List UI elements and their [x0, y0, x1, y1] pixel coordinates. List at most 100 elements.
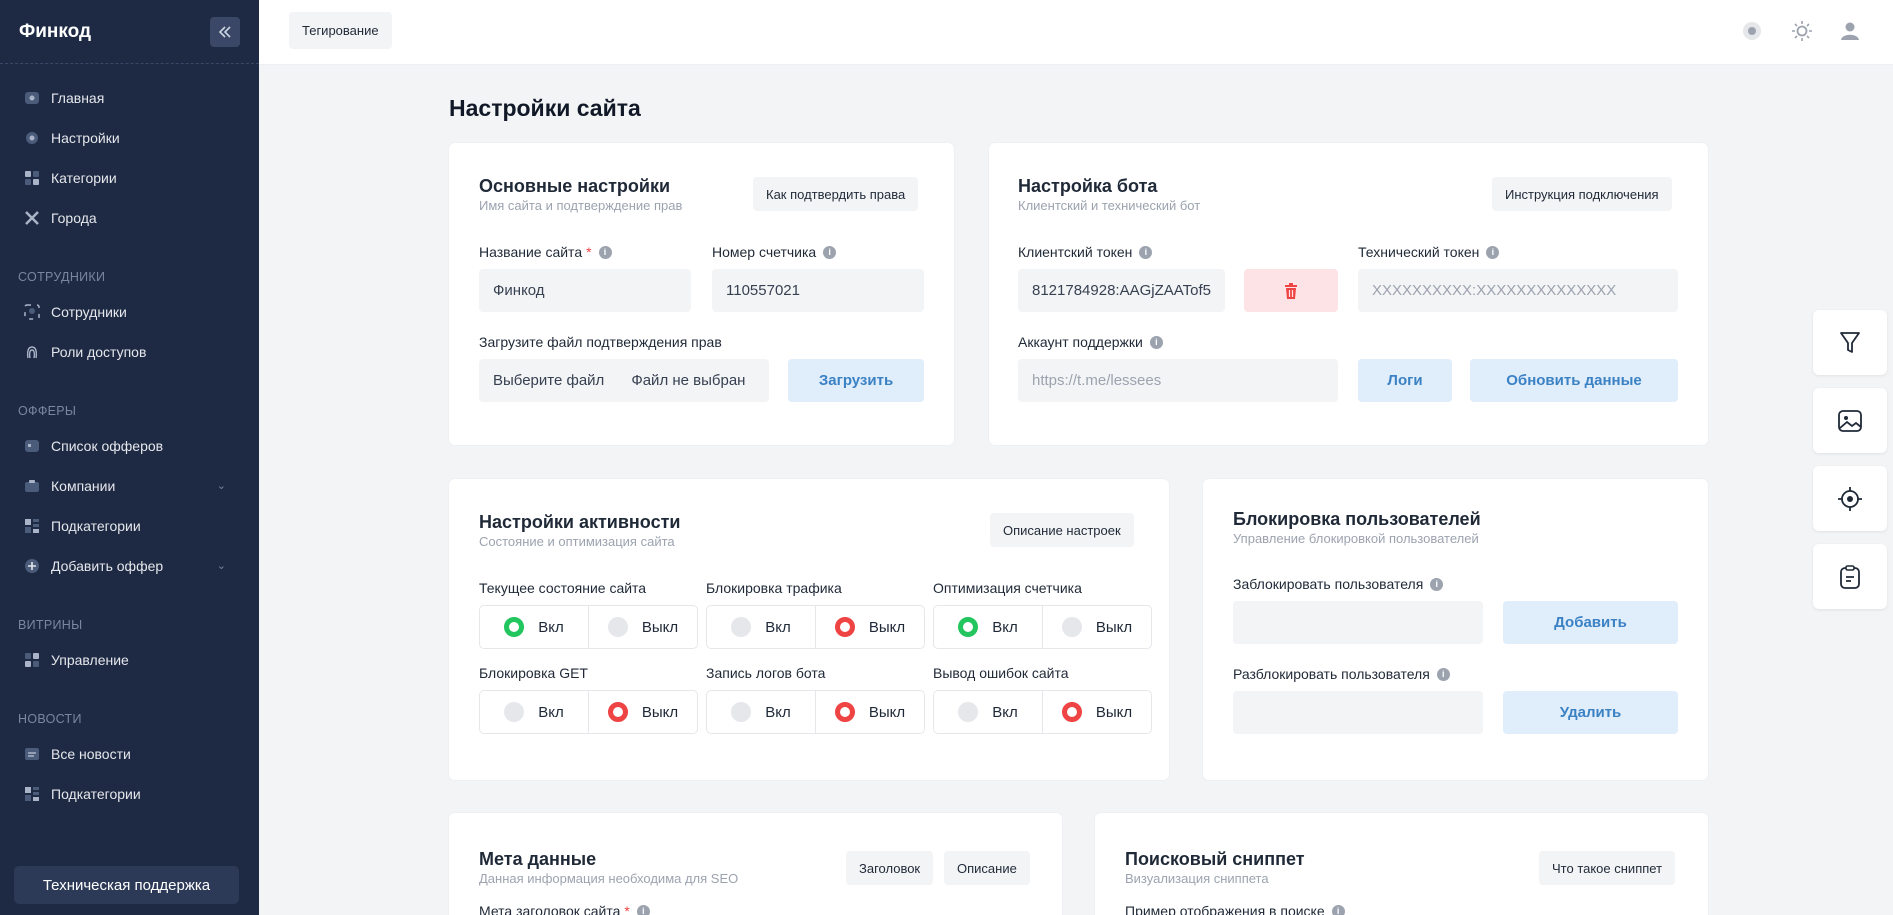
description-tab-button[interactable]: Описание	[944, 851, 1030, 885]
card-title: Мета данные	[479, 849, 597, 869]
off-option[interactable]: Выкл	[588, 606, 697, 648]
support-account-label: Аккаунт поддержки i	[1018, 334, 1163, 350]
sidebar-item-cities[interactable]: Города	[0, 198, 259, 238]
filter-tool-button[interactable]	[1813, 310, 1887, 375]
radio-empty-icon	[504, 702, 525, 722]
collapse-sidebar-button[interactable]	[210, 16, 240, 47]
upload-label: Загрузите файл подтверждения прав	[479, 334, 722, 350]
radio-empty-icon	[1061, 617, 1082, 637]
upload-button[interactable]: Загрузить	[788, 359, 924, 402]
subcategories-icon	[24, 518, 40, 534]
radio-empty-icon	[958, 702, 979, 722]
sun-icon[interactable]	[1790, 19, 1814, 43]
user-scan-icon	[24, 304, 40, 320]
off-option[interactable]: Выкл	[815, 691, 924, 733]
meta-title-label: Мета заголовок сайта * i	[479, 903, 650, 915]
delete-block-button[interactable]: Удалить	[1503, 691, 1678, 734]
bot-settings-card: Настройка бота Клиентский и технический …	[989, 143, 1708, 445]
sidebar: Финкод Главная Настройки Категории Город…	[0, 0, 259, 915]
sidebar-item-label: Настройки	[51, 130, 120, 146]
target-icon	[1838, 486, 1862, 511]
sidebar-item-home[interactable]: Главная	[0, 78, 259, 118]
info-icon: i	[1486, 245, 1500, 259]
on-option[interactable]: Вкл	[707, 606, 815, 648]
sidebar-item-offer-list[interactable]: Список офферов	[0, 426, 259, 466]
tech-token-input[interactable]: XXXXXXXXXX:XXXXXXXXXXXXXX	[1358, 269, 1678, 312]
sidebar-item-offer-subcategories[interactable]: Подкатегории	[0, 506, 259, 546]
settings-description-button[interactable]: Описание настроек	[990, 513, 1134, 547]
on-option[interactable]: Вкл	[934, 691, 1042, 733]
image-tool-button[interactable]	[1813, 388, 1887, 453]
what-is-snippet-button[interactable]: Что такое сниппет	[1539, 851, 1676, 885]
info-icon: i	[1149, 335, 1163, 349]
tech-token-label: Технический токен i	[1358, 244, 1500, 260]
info-icon: i	[1436, 667, 1450, 681]
sidebar-item-all-news[interactable]: Все новости	[0, 734, 259, 774]
update-data-button[interactable]: Обновить данные	[1470, 359, 1678, 402]
traffic-block-toggle[interactable]: Вкл Выкл	[706, 605, 925, 649]
clipboard-tool-button[interactable]	[1813, 544, 1887, 609]
support-button[interactable]: Техническая поддержка	[14, 866, 239, 904]
card-subtitle: Визуализация сниппета	[1125, 871, 1269, 886]
card-subtitle: Управление блокировкой пользователей	[1233, 531, 1479, 546]
block-user-label: Заблокировать пользователя i	[1233, 576, 1444, 592]
tagging-button[interactable]: Тегирование	[289, 12, 392, 49]
counter-input[interactable]: 110557021	[712, 269, 924, 312]
user-icon[interactable]	[1838, 19, 1862, 43]
logs-button[interactable]: Логи	[1358, 359, 1452, 402]
delete-token-button[interactable]	[1244, 269, 1338, 312]
sidebar-header: Финкод	[0, 0, 259, 64]
sidebar-item-management[interactable]: Управление	[0, 640, 259, 680]
counter-optimization-toggle[interactable]: Вкл Выкл	[933, 605, 1152, 649]
site-name-input[interactable]: Финкод	[479, 269, 691, 312]
on-option[interactable]: Вкл	[934, 606, 1042, 648]
client-token-input[interactable]: 8121784928:AAGjZAATof5	[1018, 269, 1225, 312]
info-icon: i	[636, 904, 650, 915]
connection-guide-button[interactable]: Инструкция подключения	[1492, 177, 1672, 211]
on-option[interactable]: Вкл	[480, 691, 588, 733]
sidebar-item-roles[interactable]: Роли доступов	[0, 332, 259, 372]
double-chevron-left-icon	[218, 25, 231, 38]
target-tool-button[interactable]	[1813, 466, 1887, 531]
sidebar-item-settings[interactable]: Настройки	[0, 118, 259, 158]
off-option[interactable]: Выкл	[815, 606, 924, 648]
radio-empty-icon	[731, 617, 752, 637]
search-snippet-card: Поисковый сниппет Визуализация сниппета …	[1095, 813, 1708, 915]
toggle-label: Текущее состояние сайта	[479, 580, 647, 596]
radio-on-icon	[958, 617, 979, 637]
site-errors-toggle[interactable]: Вкл Выкл	[933, 690, 1152, 734]
add-block-button[interactable]: Добавить	[1503, 601, 1678, 644]
eye-icon[interactable]	[1740, 19, 1764, 43]
choose-file-button[interactable]: Выберите файл	[493, 372, 604, 389]
block-users-card: Блокировка пользователей Управление блок…	[1203, 479, 1708, 780]
card-subtitle: Имя сайта и подтверждение прав	[479, 198, 683, 213]
radio-on-icon	[504, 617, 525, 637]
radio-off-icon	[1061, 702, 1082, 722]
sidebar-item-news-subcategories[interactable]: Подкатегории	[0, 774, 259, 814]
sidebar-item-label: Все новости	[51, 746, 131, 762]
unblock-user-input[interactable]	[1233, 691, 1483, 734]
on-option[interactable]: Вкл	[480, 606, 588, 648]
off-option[interactable]: Выкл	[1042, 606, 1151, 648]
sidebar-item-employees[interactable]: Сотрудники	[0, 292, 259, 332]
title-tab-button[interactable]: Заголовок	[846, 851, 934, 885]
sidebar-item-label: Роли доступов	[51, 344, 147, 360]
get-block-toggle[interactable]: Вкл Выкл	[479, 690, 698, 734]
off-option[interactable]: Выкл	[1042, 691, 1151, 733]
card-title: Настройки активности	[479, 512, 681, 532]
site-state-toggle[interactable]: Вкл Выкл	[479, 605, 698, 649]
card-title: Поисковый сниппет	[1125, 849, 1305, 869]
file-input[interactable]: Выберите файл Файл не выбран	[479, 359, 769, 402]
card-subtitle: Состояние и оптимизация сайта	[479, 534, 675, 549]
card-subtitle: Клиентский и технический бот	[1018, 198, 1201, 213]
bot-logs-toggle[interactable]: Вкл Выкл	[706, 690, 925, 734]
sidebar-item-companies[interactable]: Компании ⌄	[0, 466, 259, 506]
how-to-confirm-button[interactable]: Как подтвердить права	[753, 177, 919, 211]
sidebar-item-label: Список офферов	[51, 438, 164, 454]
off-option[interactable]: Выкл	[588, 691, 697, 733]
on-option[interactable]: Вкл	[707, 691, 815, 733]
sidebar-item-categories[interactable]: Категории	[0, 158, 259, 198]
block-user-input[interactable]	[1233, 601, 1483, 644]
sidebar-item-add-offer[interactable]: Добавить оффер ⌄	[0, 546, 259, 586]
support-account-input[interactable]: https://t.me/lessees	[1018, 359, 1338, 402]
